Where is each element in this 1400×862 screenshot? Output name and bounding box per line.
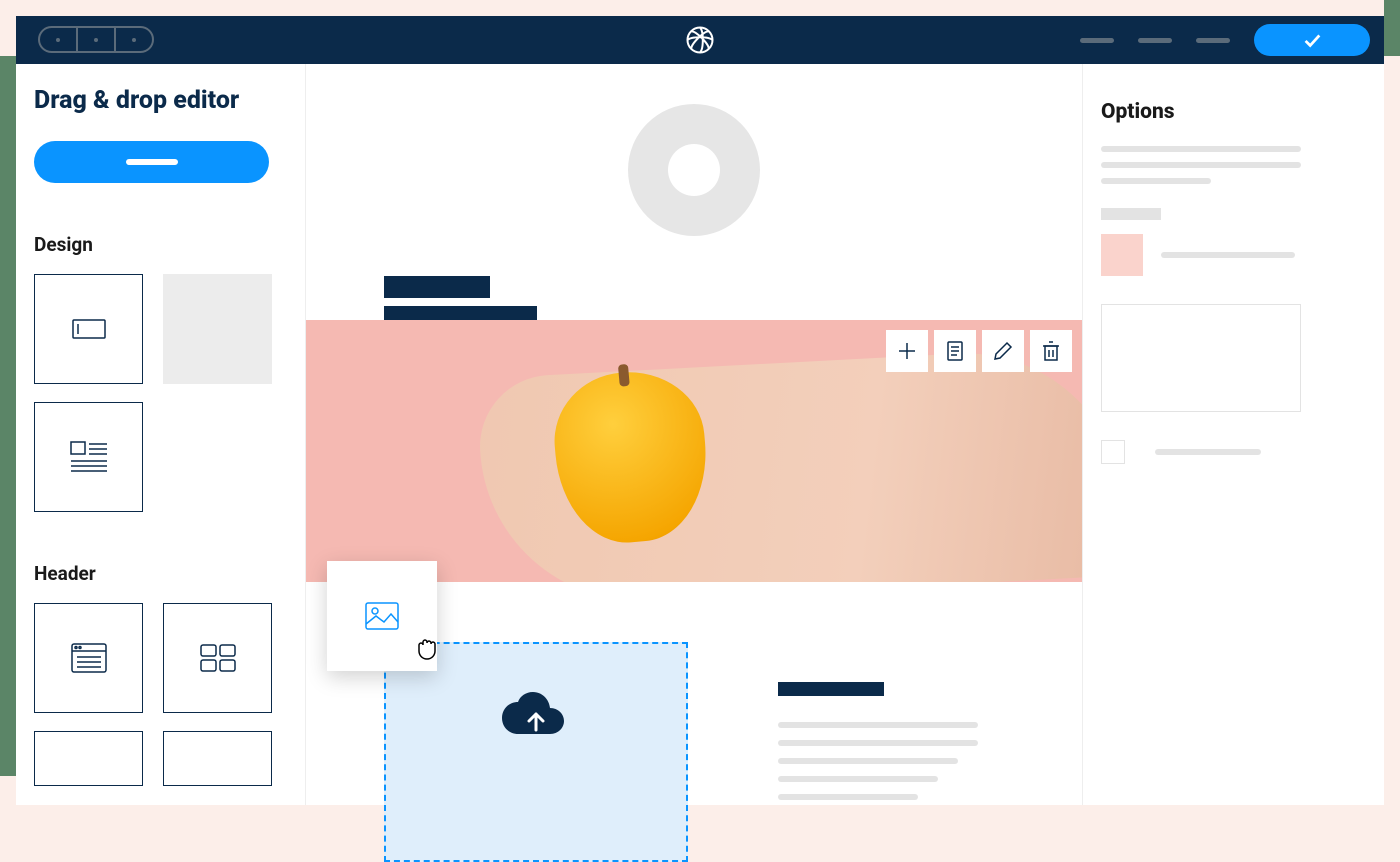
option-checkbox-label (1155, 449, 1261, 455)
option-field[interactable] (1101, 178, 1211, 184)
widget-browser[interactable] (34, 603, 143, 713)
topbar-link-1[interactable] (1080, 38, 1114, 43)
decorative-stripe-right (1384, 0, 1400, 56)
pencil-icon (991, 339, 1015, 363)
brand-logo (685, 25, 715, 55)
option-preview-box[interactable] (1101, 304, 1301, 412)
widget-empty-1[interactable] (34, 731, 143, 786)
view-mode-desktop[interactable] (40, 28, 78, 51)
topbar-link-2[interactable] (1138, 38, 1172, 43)
widget-text-image[interactable] (34, 402, 143, 512)
primary-action-button[interactable] (34, 141, 269, 183)
widget-empty-2[interactable] (163, 731, 272, 786)
button-placeholder-label (126, 159, 178, 165)
text-image-icon (70, 441, 108, 473)
grid-icon (200, 644, 236, 672)
topbar-link-3[interactable] (1196, 38, 1230, 43)
plus-icon (895, 339, 919, 363)
confirm-button[interactable] (1254, 24, 1370, 56)
logo-ring-placeholder[interactable] (628, 104, 760, 236)
option-field[interactable] (1101, 162, 1301, 168)
option-field[interactable] (1101, 146, 1301, 152)
decorative-stripe-left (0, 56, 16, 776)
text-paragraph-block[interactable] (778, 682, 1078, 812)
options-panel: Options (1082, 64, 1384, 805)
section-header-title: Header (34, 562, 287, 585)
input-field-icon (72, 319, 106, 339)
image-icon (365, 602, 399, 630)
dragging-image-widget[interactable] (327, 561, 437, 671)
color-swatch[interactable] (1101, 234, 1143, 276)
view-mode-tablet[interactable] (78, 28, 116, 51)
widget-grid[interactable] (163, 603, 272, 713)
section-design-title: Design (34, 233, 287, 256)
tool-add[interactable] (886, 330, 928, 372)
option-label (1101, 208, 1161, 220)
sidebar: Drag & drop editor Design Header (16, 64, 306, 805)
tool-copy[interactable] (934, 330, 976, 372)
check-icon (1301, 29, 1323, 51)
option-checkbox[interactable] (1101, 440, 1125, 464)
view-mode-mobile[interactable] (116, 28, 152, 51)
widget-input[interactable] (34, 274, 143, 384)
sidebar-title: Drag & drop editor (34, 86, 287, 115)
trash-icon (1039, 339, 1063, 363)
tool-delete[interactable] (1030, 330, 1072, 372)
topbar-actions (1080, 24, 1370, 56)
body: Drag & drop editor Design Header (16, 64, 1384, 805)
block-toolbar (886, 330, 1072, 372)
grab-cursor-icon (413, 633, 441, 661)
color-value[interactable] (1161, 252, 1295, 258)
cloud-upload-icon (500, 690, 572, 740)
options-title: Options (1101, 100, 1356, 124)
app-frame: Drag & drop editor Design Header (16, 16, 1384, 805)
browser-icon (71, 643, 107, 673)
topbar (16, 16, 1384, 64)
image-dropzone[interactable] (384, 642, 688, 862)
widget-placeholder[interactable] (163, 274, 272, 384)
view-mode-switcher[interactable] (38, 26, 154, 53)
copy-icon (943, 339, 967, 363)
tool-edit[interactable] (982, 330, 1024, 372)
canvas[interactable] (306, 64, 1082, 805)
